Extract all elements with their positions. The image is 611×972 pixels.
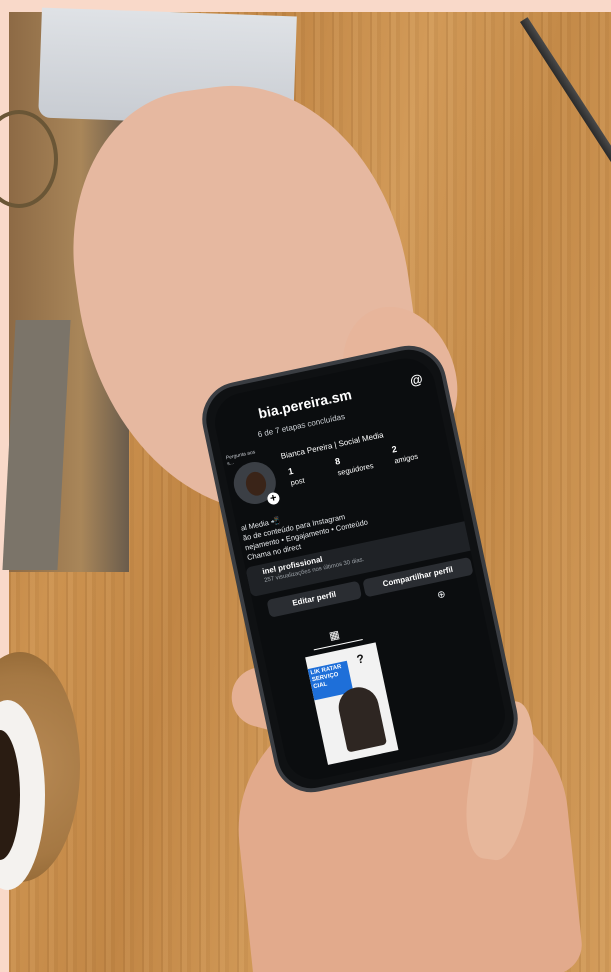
photo-scene: bia.pereira.sm @ 6 de 7 etapas concluída… xyxy=(0,0,611,972)
threads-icon[interactable]: @ xyxy=(408,371,425,388)
stat-posts[interactable]: 1 post xyxy=(287,464,305,488)
post-person xyxy=(335,683,388,753)
plus-icon[interactable]: + xyxy=(266,491,281,506)
post-thumbnail[interactable]: LIK RATAR SERVIÇO CIAL ? xyxy=(305,642,399,765)
stat-friends[interactable]: 2 amigos xyxy=(391,440,419,466)
grid-icon[interactable]: ▦ xyxy=(328,627,342,643)
question-mark: ? xyxy=(355,651,366,667)
person-add-icon[interactable]: ⊕ xyxy=(436,589,446,602)
stat-followers[interactable]: 8 seguidores xyxy=(334,449,374,478)
